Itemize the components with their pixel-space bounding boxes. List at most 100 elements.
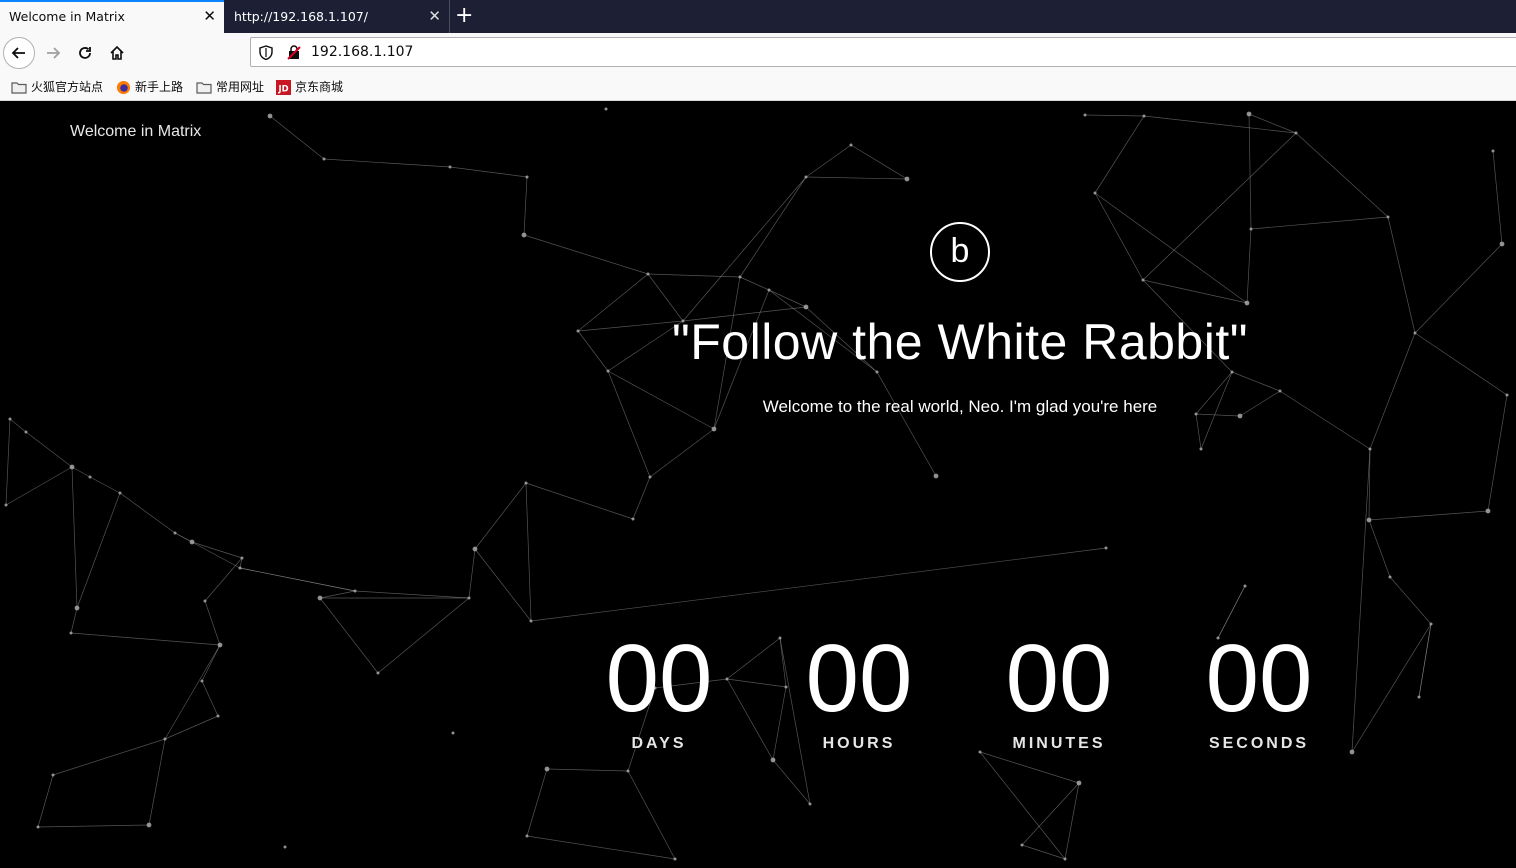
network-node: [1417, 695, 1421, 699]
network-link: [1231, 371, 1281, 392]
network-link: [1195, 413, 1202, 450]
folder-icon: [196, 81, 212, 94]
network-link: [25, 431, 73, 468]
network-link: [1351, 623, 1432, 753]
network-link: [1492, 150, 1503, 245]
forward-button[interactable]: [37, 37, 69, 69]
network-node: [8, 417, 12, 421]
network-node: [1249, 227, 1253, 231]
network-node: [1063, 857, 1067, 861]
network-node: [163, 737, 167, 741]
network-link: [979, 751, 1066, 860]
network-node: [1083, 113, 1087, 117]
network-link: [5, 418, 11, 506]
arrow-right-icon: [47, 47, 61, 59]
reload-icon: [79, 47, 91, 59]
shield-icon[interactable]: [259, 45, 273, 60]
countdown-label: MINUTES: [1012, 735, 1106, 752]
network-link: [682, 176, 807, 322]
network-link: [525, 482, 532, 622]
page-subheadline: Welcome to the real world, Neo. I'm glad…: [762, 397, 1158, 416]
network-link: [474, 482, 527, 550]
new-tab-button[interactable]: +: [455, 3, 473, 29]
countdown-hours: 00 HOURS: [759, 629, 959, 753]
bookmark-label: 新手上路: [135, 80, 184, 94]
url-text[interactable]: 192.168.1.107: [311, 38, 413, 66]
network-link: [1368, 519, 1391, 578]
network-link: [1246, 228, 1252, 304]
network-node: [353, 589, 357, 593]
network-link: [1414, 332, 1508, 396]
bookmark-label: 火狐官方站点: [31, 80, 104, 94]
network-node: [604, 107, 608, 111]
network-link: [1064, 782, 1080, 860]
countdown-label: DAYS: [631, 735, 687, 752]
network-link: [239, 567, 356, 592]
network-node: [283, 845, 287, 849]
network-link: [1387, 216, 1416, 334]
countdown-label: HOURS: [822, 735, 896, 752]
network-node: [376, 671, 380, 675]
network-link: [70, 607, 78, 634]
network-node: [1368, 447, 1372, 451]
bookmark-firefox-official[interactable]: 火狐官方站点: [11, 73, 103, 101]
network-link: [319, 597, 379, 674]
tab-title: http://192.168.1.107/: [234, 9, 368, 24]
insecure-lock-icon[interactable]: [287, 45, 301, 60]
tab-title: Welcome in Matrix: [9, 9, 125, 24]
network-link: [164, 715, 219, 740]
network-node: [467, 596, 471, 600]
network-link: [525, 482, 634, 520]
network-node: [1505, 393, 1509, 397]
network-node: [118, 491, 122, 495]
site-brand[interactable]: Welcome in Matrix: [70, 123, 201, 141]
close-tab-icon[interactable]: ✕: [203, 2, 216, 31]
reload-button[interactable]: [69, 37, 101, 69]
network-node: [322, 157, 326, 161]
network-link: [526, 768, 548, 837]
network-link: [1142, 132, 1297, 281]
network-node: [69, 464, 75, 470]
network-node: [1141, 278, 1145, 282]
network-node: [200, 679, 204, 683]
network-node: [189, 539, 195, 545]
network-link: [876, 371, 937, 477]
jd-icon: JD: [276, 79, 291, 95]
network-link: [1389, 576, 1432, 625]
countdown-minutes: 00 MINUTES: [959, 629, 1159, 753]
network-node: [770, 757, 776, 763]
home-button[interactable]: [101, 37, 133, 69]
bookmark-jd-mall[interactable]: JD 京东商城: [276, 73, 343, 101]
countdown-value: 00: [605, 625, 713, 732]
network-link: [523, 176, 528, 236]
network-node: [673, 857, 677, 861]
network-link: [37, 774, 54, 828]
network-node: [1485, 508, 1491, 514]
network-link: [71, 466, 91, 478]
network-link: [649, 428, 715, 478]
network-link: [1084, 114, 1145, 117]
network-link: [546, 768, 629, 772]
bookmarks-toolbar: 火狐官方站点 新手上路 常用网址 JD 京东商城: [0, 73, 1516, 101]
countdown-days: 00 DAYS: [559, 629, 759, 753]
bookmark-getting-started[interactable]: 新手上路: [116, 73, 183, 101]
network-link: [9, 418, 27, 433]
tab-ip-address[interactable]: http://192.168.1.107/ ✕: [225, 0, 449, 33]
bookmark-common-sites[interactable]: 常用网址: [196, 73, 264, 101]
network-link: [1418, 623, 1432, 698]
bookmark-label: 常用网址: [216, 80, 265, 94]
tab-welcome-in-matrix[interactable]: Welcome in Matrix ✕: [0, 0, 224, 33]
address-bar[interactable]: 192.168.1.107: [250, 37, 1516, 67]
network-node: [1429, 622, 1433, 626]
network-node: [631, 517, 635, 521]
network-link: [76, 492, 121, 609]
close-tab-icon[interactable]: ✕: [428, 0, 441, 33]
network-node: [203, 599, 207, 603]
network-node: [646, 272, 650, 276]
network-link: [89, 476, 121, 494]
network-node: [1246, 111, 1252, 117]
back-button[interactable]: [3, 37, 35, 69]
firefox-icon: [116, 80, 131, 94]
network-node: [626, 769, 630, 773]
countdown-value: 00: [1005, 625, 1113, 732]
